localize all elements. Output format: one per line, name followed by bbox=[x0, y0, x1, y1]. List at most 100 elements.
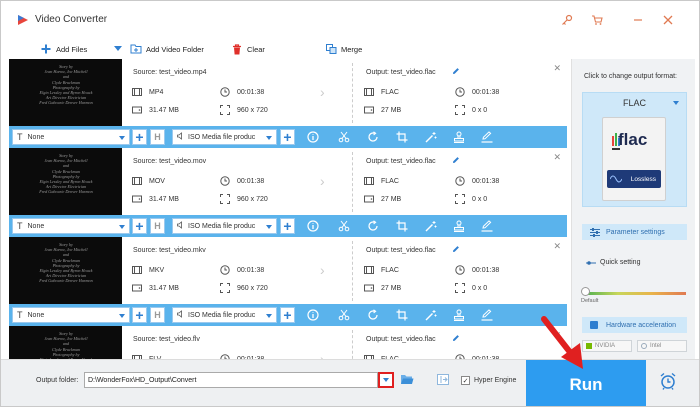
subtitle-select[interactable]: T None bbox=[12, 129, 130, 145]
trash-icon bbox=[231, 43, 243, 55]
hardsub-button[interactable]: H bbox=[150, 307, 165, 323]
effects-wand-icon[interactable] bbox=[424, 219, 438, 233]
info-icon[interactable] bbox=[306, 219, 320, 233]
add-audio-button[interactable]: + bbox=[280, 307, 295, 323]
text-icon: T bbox=[17, 132, 23, 142]
subtitle-edit-icon[interactable] bbox=[480, 219, 494, 233]
close-window-icon[interactable] bbox=[660, 12, 676, 28]
hardware-acceleration-button[interactable]: Hardware acceleration bbox=[582, 317, 687, 333]
effects-wand-icon[interactable] bbox=[424, 130, 438, 144]
remove-file-icon[interactable]: ✕ bbox=[553, 152, 561, 163]
merge-output-icon[interactable] bbox=[437, 374, 449, 387]
output-label: Output: test_video.flac bbox=[366, 247, 436, 254]
film-icon bbox=[364, 87, 374, 97]
remove-file-icon[interactable]: ✕ bbox=[553, 63, 561, 74]
add-audio-button[interactable]: + bbox=[280, 129, 295, 145]
resolution-icon bbox=[220, 105, 230, 115]
effects-wand-icon[interactable] bbox=[424, 308, 438, 322]
slider-default-label: Default bbox=[581, 298, 599, 304]
add-audio-button[interactable]: + bbox=[280, 218, 295, 234]
edit-output-name-icon[interactable] bbox=[452, 334, 460, 344]
scissors-icon[interactable] bbox=[337, 308, 351, 322]
hardsub-button[interactable]: H bbox=[150, 218, 165, 234]
cart-icon[interactable] bbox=[589, 12, 605, 28]
add-video-folder-button[interactable]: Add Video Folder bbox=[130, 42, 204, 56]
file-item[interactable]: Story by Jean Harow, Joe Mitchell and Cl… bbox=[9, 326, 567, 359]
file-info: Source: test_video.mp4 MP4 00:01:38 31.4… bbox=[122, 59, 567, 126]
remove-file-icon[interactable]: ✕ bbox=[553, 330, 561, 341]
parameter-settings-button[interactable]: Parameter settings bbox=[582, 224, 687, 240]
hyper-engine-checkbox[interactable]: ✓ Hyper Engine bbox=[461, 376, 516, 385]
add-files-button[interactable]: Add Files bbox=[40, 42, 87, 56]
output-resolution: 0 x 0 bbox=[455, 194, 487, 204]
source-duration: 00:01:38 bbox=[220, 176, 264, 186]
audio-track-select[interactable]: ISO Media file produc bbox=[172, 129, 277, 145]
key-icon[interactable] bbox=[559, 12, 575, 28]
clock-icon bbox=[220, 87, 230, 97]
open-folder-icon[interactable] bbox=[400, 374, 414, 387]
clear-button[interactable]: Clear bbox=[231, 42, 265, 56]
output-duration: 00:01:38 bbox=[455, 87, 499, 97]
subtitle-select[interactable]: T None bbox=[12, 218, 130, 234]
file-item[interactable]: Story by Jean Harow, Joe Mitchell and Cl… bbox=[9, 59, 567, 148]
scissors-icon[interactable] bbox=[337, 130, 351, 144]
subtitle-edit-icon[interactable] bbox=[480, 130, 494, 144]
film-icon bbox=[132, 176, 142, 186]
edit-output-name-icon[interactable] bbox=[452, 156, 460, 166]
hardsub-button[interactable]: H bbox=[150, 129, 165, 145]
file-item[interactable]: Story by Jean Harow, Joe Mitchell and Cl… bbox=[9, 237, 567, 326]
output-format-selector[interactable]: FLAC flac Lossless bbox=[582, 92, 687, 207]
watermark-stamp-icon[interactable] bbox=[452, 219, 466, 233]
crop-icon[interactable] bbox=[395, 219, 409, 233]
checkbox-checked-icon: ✓ bbox=[461, 376, 470, 385]
output-duration: 00:01:38 bbox=[455, 176, 499, 186]
output-duration-value: 00:01:38 bbox=[472, 266, 500, 274]
alarm-clock-icon[interactable] bbox=[659, 372, 677, 392]
run-button[interactable]: Run bbox=[526, 360, 646, 406]
nvidia-badge[interactable]: NVIDIA bbox=[582, 340, 632, 352]
file-item[interactable]: Story by Jean Harow, Joe Mitchell and Cl… bbox=[9, 148, 567, 237]
quick-setting-label: Quick setting bbox=[586, 259, 640, 266]
rotate-icon[interactable] bbox=[366, 219, 380, 233]
output-format-value: FLAC bbox=[381, 266, 399, 274]
remove-file-icon[interactable]: ✕ bbox=[553, 241, 561, 252]
audio-track-select[interactable]: ISO Media file produc bbox=[172, 307, 277, 323]
edit-output-name-icon[interactable] bbox=[452, 67, 460, 77]
rotate-icon[interactable] bbox=[366, 308, 380, 322]
info-icon[interactable] bbox=[306, 308, 320, 322]
source-resolution: 960 x 720 bbox=[220, 105, 268, 115]
rotate-icon[interactable] bbox=[366, 130, 380, 144]
minimize-icon[interactable] bbox=[630, 12, 646, 28]
intel-badge[interactable]: Intel bbox=[637, 340, 687, 352]
clock-icon bbox=[220, 176, 230, 186]
quick-setting-text: Quick setting bbox=[600, 259, 641, 266]
merge-button[interactable]: Merge bbox=[325, 42, 362, 56]
add-files-dropdown[interactable] bbox=[114, 42, 122, 56]
thumbnail-credits: Story by Jean Harow, Joe Mitchell and Cl… bbox=[40, 331, 93, 359]
add-subtitle-button[interactable]: + bbox=[132, 129, 147, 145]
output-size-value: 27 MB bbox=[381, 284, 402, 292]
add-subtitle-button[interactable]: + bbox=[132, 218, 147, 234]
crop-icon[interactable] bbox=[395, 308, 409, 322]
subtitle-edit-icon[interactable] bbox=[480, 308, 494, 322]
output-folder-dropdown[interactable] bbox=[378, 372, 394, 388]
output-folder-path[interactable]: D:\WonderFox\HD_Output\Convert bbox=[84, 372, 378, 388]
quality-slider[interactable] bbox=[584, 292, 686, 295]
crop-icon[interactable] bbox=[395, 130, 409, 144]
speaker-icon bbox=[177, 132, 185, 142]
audio-track-value: ISO Media file produc bbox=[188, 222, 256, 230]
scissors-icon[interactable] bbox=[337, 219, 351, 233]
add-subtitle-button[interactable]: + bbox=[132, 307, 147, 323]
quality-slider-knob[interactable] bbox=[581, 287, 590, 296]
watermark-stamp-icon[interactable] bbox=[452, 308, 466, 322]
subtitle-select[interactable]: T None bbox=[12, 307, 130, 323]
output-folder-label: Output folder: bbox=[36, 377, 79, 384]
subtitle-value: None bbox=[27, 133, 45, 141]
source-label: Source: test_video.mov bbox=[133, 158, 207, 165]
audio-track-select[interactable]: ISO Media file produc bbox=[172, 218, 277, 234]
source-resolution: 960 x 720 bbox=[220, 194, 268, 204]
source-label: Source: test_video.flv bbox=[133, 336, 200, 343]
edit-output-name-icon[interactable] bbox=[452, 245, 460, 255]
watermark-stamp-icon[interactable] bbox=[452, 130, 466, 144]
info-icon[interactable] bbox=[306, 130, 320, 144]
